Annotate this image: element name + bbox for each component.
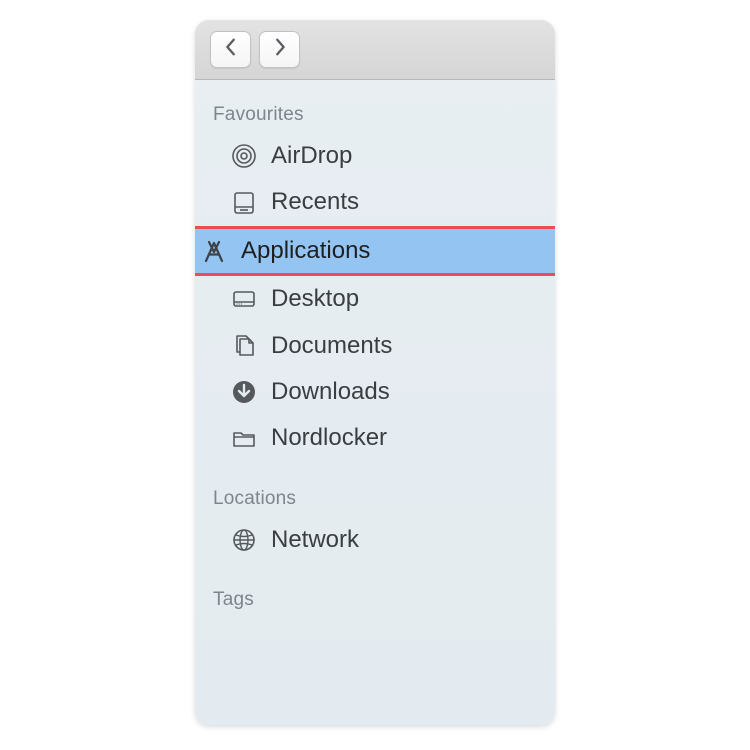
chevron-right-icon: [273, 37, 287, 62]
sidebar-item-label: Downloads: [271, 376, 390, 408]
sidebar-item-label: AirDrop: [271, 140, 352, 172]
sidebar-item-applications-highlighted: Applications: [195, 228, 555, 274]
sidebar-item-label: Nordlocker: [271, 422, 387, 454]
sidebar-item-label: Documents: [271, 330, 392, 362]
back-button[interactable]: [210, 31, 251, 68]
network-icon: [229, 525, 259, 555]
finder-sidebar-window: Favourites AirDrop Recents: [195, 20, 555, 725]
folder-icon: [229, 424, 259, 454]
sidebar-item-network[interactable]: Network: [195, 517, 555, 563]
downloads-icon: [229, 377, 259, 407]
desktop-icon: [229, 284, 259, 314]
section-header-tags: Tags: [195, 585, 555, 618]
sidebar: Favourites AirDrop Recents: [195, 80, 555, 618]
sidebar-item-applications[interactable]: Applications: [195, 228, 555, 274]
section-header-favourites: Favourites: [195, 100, 555, 133]
sidebar-item-downloads[interactable]: Downloads: [195, 369, 555, 415]
sidebar-item-label: Recents: [271, 186, 359, 218]
sidebar-item-label: Applications: [241, 235, 370, 267]
sidebar-item-nordlocker[interactable]: Nordlocker: [195, 415, 555, 461]
sidebar-item-airdrop[interactable]: AirDrop: [195, 133, 555, 179]
sidebar-item-label: Network: [271, 524, 359, 556]
sidebar-item-label: Desktop: [271, 283, 359, 315]
recents-icon: [229, 188, 259, 218]
documents-icon: [229, 331, 259, 361]
sidebar-item-desktop[interactable]: Desktop: [195, 276, 555, 322]
chevron-left-icon: [224, 37, 238, 62]
toolbar: [195, 20, 555, 80]
sidebar-item-documents[interactable]: Documents: [195, 323, 555, 369]
sidebar-item-recents[interactable]: Recents: [195, 179, 555, 225]
forward-button[interactable]: [259, 31, 300, 68]
applications-icon: [199, 236, 229, 266]
airdrop-icon: [229, 141, 259, 171]
section-header-locations: Locations: [195, 484, 555, 517]
